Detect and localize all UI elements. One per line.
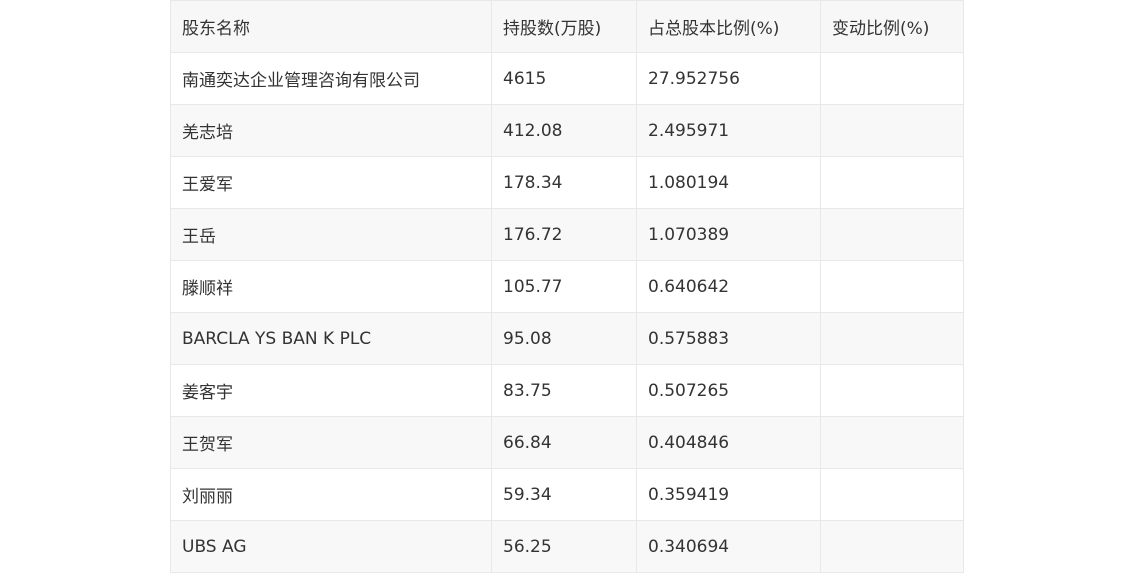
cell-shareholder-name: 王贺军 (170, 416, 492, 469)
cell-shares-held: 178.34 (491, 156, 637, 209)
cell-share-ratio: 0.359419 (636, 468, 821, 521)
table-row: 姜客宇 83.75 0.507265 (170, 364, 964, 417)
header-shareholder-name: 股东名称 (170, 0, 492, 53)
table-row: 王岳 176.72 1.070389 (170, 208, 964, 261)
cell-change-ratio (820, 312, 964, 365)
cell-shareholder-name: 王爱军 (170, 156, 492, 209)
cell-shares-held: 95.08 (491, 312, 637, 365)
cell-shareholder-name: 姜客宇 (170, 364, 492, 417)
cell-change-ratio (820, 52, 964, 105)
table-header-row: 股东名称 持股数(万股) 占总股本比例(%) 变动比例(%) (170, 0, 964, 53)
cell-share-ratio: 27.952756 (636, 52, 821, 105)
cell-share-ratio: 0.507265 (636, 364, 821, 417)
cell-change-ratio (820, 104, 964, 157)
header-change-ratio: 变动比例(%) (820, 0, 964, 53)
cell-shareholder-name: 南通奕达企业管理咨询有限公司 (170, 52, 492, 105)
table-row: 南通奕达企业管理咨询有限公司 4615 27.952756 (170, 52, 964, 105)
shareholder-table-container: 股东名称 持股数(万股) 占总股本比例(%) 变动比例(%) 南通奕达企业管理咨… (170, 0, 964, 573)
cell-change-ratio (820, 468, 964, 521)
header-share-ratio: 占总股本比例(%) (636, 0, 821, 53)
cell-share-ratio: 2.495971 (636, 104, 821, 157)
cell-shareholder-name: 王岳 (170, 208, 492, 261)
cell-change-ratio (820, 156, 964, 209)
cell-share-ratio: 0.640642 (636, 260, 821, 313)
cell-share-ratio: 1.070389 (636, 208, 821, 261)
header-shares-held: 持股数(万股) (491, 0, 637, 53)
cell-shares-held: 4615 (491, 52, 637, 105)
table-row: UBS AG 56.25 0.340694 (170, 520, 964, 573)
cell-shareholder-name: 滕顺祥 (170, 260, 492, 313)
cell-shareholder-name: BARCLA YS BAN K PLC (170, 312, 492, 365)
cell-shares-held: 176.72 (491, 208, 637, 261)
table-row: 羌志培 412.08 2.495971 (170, 104, 964, 157)
table-row: BARCLA YS BAN K PLC 95.08 0.575883 (170, 312, 964, 365)
cell-change-ratio (820, 208, 964, 261)
cell-shares-held: 66.84 (491, 416, 637, 469)
cell-shareholder-name: 刘丽丽 (170, 468, 492, 521)
table-row: 刘丽丽 59.34 0.359419 (170, 468, 964, 521)
cell-share-ratio: 0.340694 (636, 520, 821, 573)
table-row: 王贺军 66.84 0.404846 (170, 416, 964, 469)
cell-shares-held: 83.75 (491, 364, 637, 417)
cell-share-ratio: 0.404846 (636, 416, 821, 469)
cell-shares-held: 412.08 (491, 104, 637, 157)
table-row: 滕顺祥 105.77 0.640642 (170, 260, 964, 313)
table-row: 王爱军 178.34 1.080194 (170, 156, 964, 209)
cell-share-ratio: 0.575883 (636, 312, 821, 365)
cell-shares-held: 59.34 (491, 468, 637, 521)
cell-change-ratio (820, 364, 964, 417)
shareholder-table: 股东名称 持股数(万股) 占总股本比例(%) 变动比例(%) 南通奕达企业管理咨… (170, 0, 964, 573)
cell-change-ratio (820, 260, 964, 313)
cell-change-ratio (820, 520, 964, 573)
cell-share-ratio: 1.080194 (636, 156, 821, 209)
cell-shares-held: 105.77 (491, 260, 637, 313)
cell-change-ratio (820, 416, 964, 469)
cell-shareholder-name: 羌志培 (170, 104, 492, 157)
cell-shareholder-name: UBS AG (170, 520, 492, 573)
cell-shares-held: 56.25 (491, 520, 637, 573)
